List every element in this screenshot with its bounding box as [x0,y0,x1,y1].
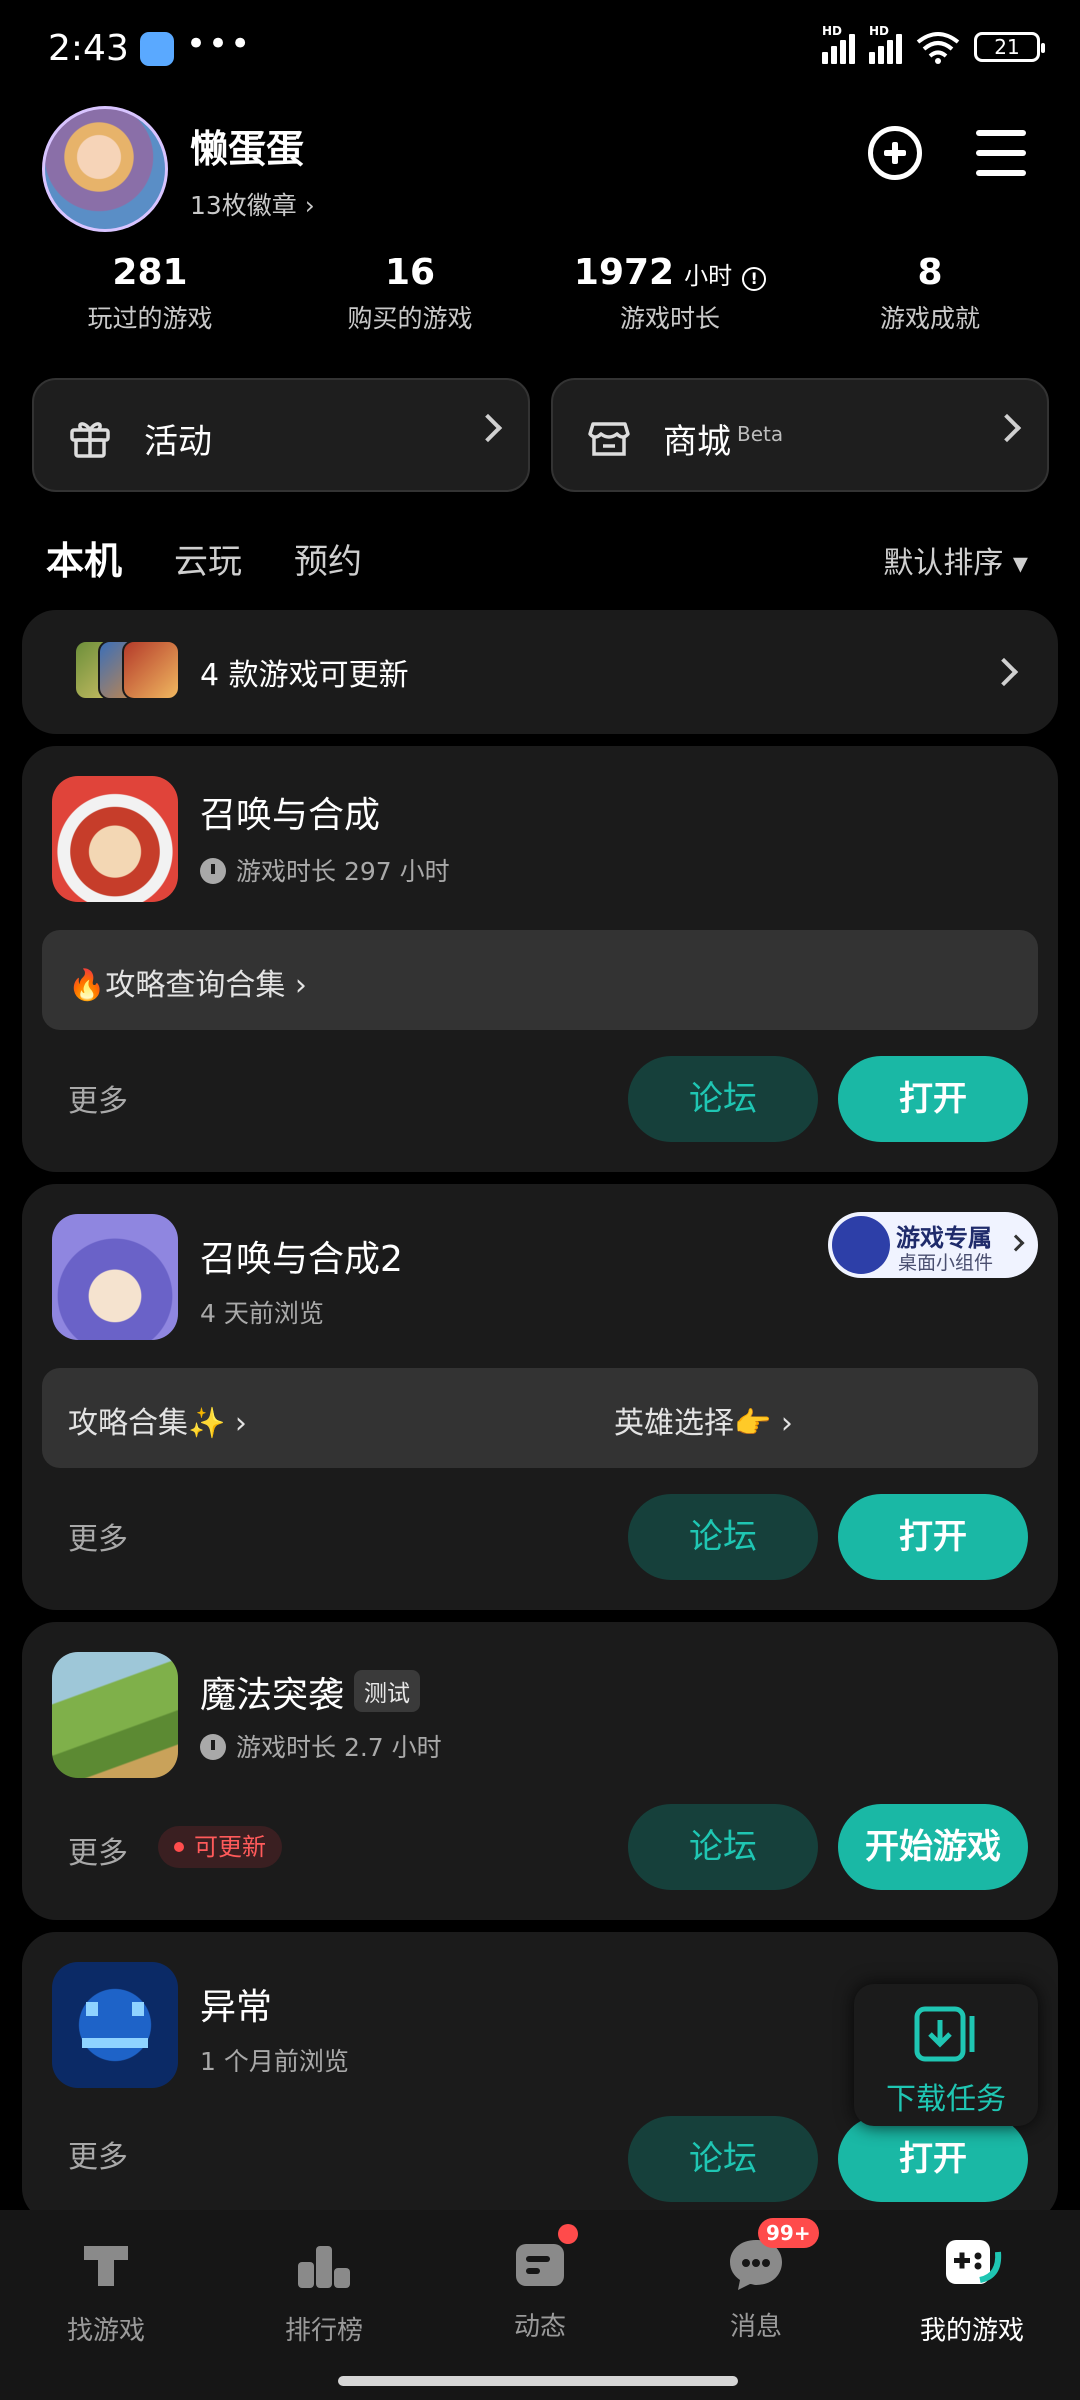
nav-my-games[interactable]: 我的游戏 [882,2232,1062,2347]
guide-bar: 🔥攻略查询合集 › [42,930,1038,1030]
stats-row: 281 玩过的游戏 16 购买的游戏 1972 小时! 游戏时长 8 游戏成就 [0,252,1080,342]
tab-cloud[interactable]: 云玩 [174,534,242,583]
tab-reserve[interactable]: 预约 [294,534,362,583]
game-card[interactable]: 魔法突袭 测试 游戏时长 2.7 小时 更多 可更新 论坛 开始游戏 [22,1622,1058,1920]
sort-dropdown[interactable]: 默认排序 ▾ [883,538,1028,582]
menu-icon[interactable] [976,130,1026,176]
info-icon[interactable]: ! [742,267,767,291]
stat-bought[interactable]: 16 购买的游戏 [290,252,530,335]
forum-button[interactable]: 论坛 [628,1494,818,1580]
stat-played[interactable]: 281 玩过的游戏 [30,252,270,335]
game-card[interactable]: 召唤与合成2 4 天前浏览 游戏专属 桌面小组件 攻略合集✨ › 英雄选择👉 ›… [22,1184,1058,1610]
open-button[interactable]: 打开 [838,2116,1028,2202]
game-title[interactable]: 召唤与合成2 [200,1230,403,1282]
guide-link[interactable]: 🔥攻略查询合集 › [68,960,307,1004]
signal-icon: HD [822,24,855,64]
nav-find-games[interactable]: 找游戏 [16,2232,196,2347]
game-title[interactable]: 召唤与合成 [200,786,380,838]
gift-icon [70,422,110,458]
home-indicator[interactable] [338,2376,738,2386]
add-button[interactable] [868,126,922,180]
download-icon [914,2006,975,2062]
game-title[interactable]: 异常 [200,1978,272,2030]
game-icon[interactable] [52,1652,178,1778]
activity-button[interactable]: 活动 [32,378,530,492]
game-icon[interactable] [52,776,178,902]
stat-achievements[interactable]: 8 游戏成就 [810,252,1050,335]
chevron-right-icon [989,657,1019,687]
forum-button[interactable]: 论坛 [628,1056,818,1142]
status-bar: 2:43 ••• HD HD 21 [0,0,1080,100]
chevron-right-icon [473,413,503,443]
update-tag: 可更新 [158,1826,282,1868]
guide-bar: 攻略合集✨ › 英雄选择👉 › [42,1368,1038,1468]
game-icon[interactable] [52,1962,178,2088]
badges-link[interactable]: 13枚徽章 › [190,186,315,222]
update-game-icons [52,640,180,704]
more-button[interactable]: 更多 [68,1514,128,1558]
desktop-widget-button[interactable]: 游戏专属 桌面小组件 [828,1212,1038,1278]
chevron-right-icon [992,413,1022,443]
timer-icon [200,1734,226,1760]
shop-button[interactable]: 商城 Beta [551,378,1049,492]
tab-local[interactable]: 本机 [46,530,123,585]
chevron-right-icon [1007,1234,1025,1252]
more-button[interactable]: 更多 [68,2132,128,2176]
discover-icon [84,2246,128,2286]
gamepad-icon [832,1216,890,1274]
battery-icon: 21 [974,32,1045,62]
username[interactable]: 懒蛋蛋 [190,118,304,173]
podium-icon [298,2246,350,2288]
app-notification-icon [140,32,174,66]
stat-playtime[interactable]: 1972 小时! 游戏时长 [550,252,790,335]
update-banner[interactable]: 4 款游戏可更新 [22,610,1058,734]
game-title[interactable]: 魔法突袭 测试 [200,1666,421,1718]
avatar[interactable] [42,106,168,232]
more-button[interactable]: 更多 [68,1076,128,1120]
store-icon [588,422,630,456]
message-count-badge: 99+ [758,2218,819,2248]
signal-icon-2: HD [869,24,902,64]
timer-icon [200,858,226,884]
game-card[interactable]: 召唤与合成 游戏时长 297 小时 🔥攻略查询合集 › 更多 论坛 打开 [22,746,1058,1172]
clock: 2:43 [48,28,129,69]
forum-button[interactable]: 论坛 [628,2116,818,2202]
gamepad-icon [946,2240,1002,2284]
more-button[interactable]: 更多 [68,1828,128,1872]
download-task-button[interactable]: 下载任务 [854,1984,1038,2126]
more-notifications-icon: ••• [186,24,253,64]
nav-rankings[interactable]: 排行榜 [234,2232,414,2347]
guide-link[interactable]: 英雄选择👉 › [614,1398,793,1442]
game-icon[interactable] [52,1214,178,1340]
open-button[interactable]: 打开 [838,1494,1028,1580]
start-game-button[interactable]: 开始游戏 [838,1804,1028,1890]
open-button[interactable]: 打开 [838,1056,1028,1142]
notification-dot [558,2224,578,2244]
test-tag: 测试 [354,1670,421,1712]
bottom-nav: 找游戏 排行榜 动态 99+ 消息 我的游戏 [0,2210,1080,2400]
nav-messages[interactable]: 99+ 消息 [666,2218,846,2343]
forum-button[interactable]: 论坛 [628,1804,818,1890]
guide-link[interactable]: 攻略合集✨ › [68,1398,247,1442]
nav-feed[interactable]: 动态 [450,2224,630,2343]
wifi-icon [916,32,960,64]
